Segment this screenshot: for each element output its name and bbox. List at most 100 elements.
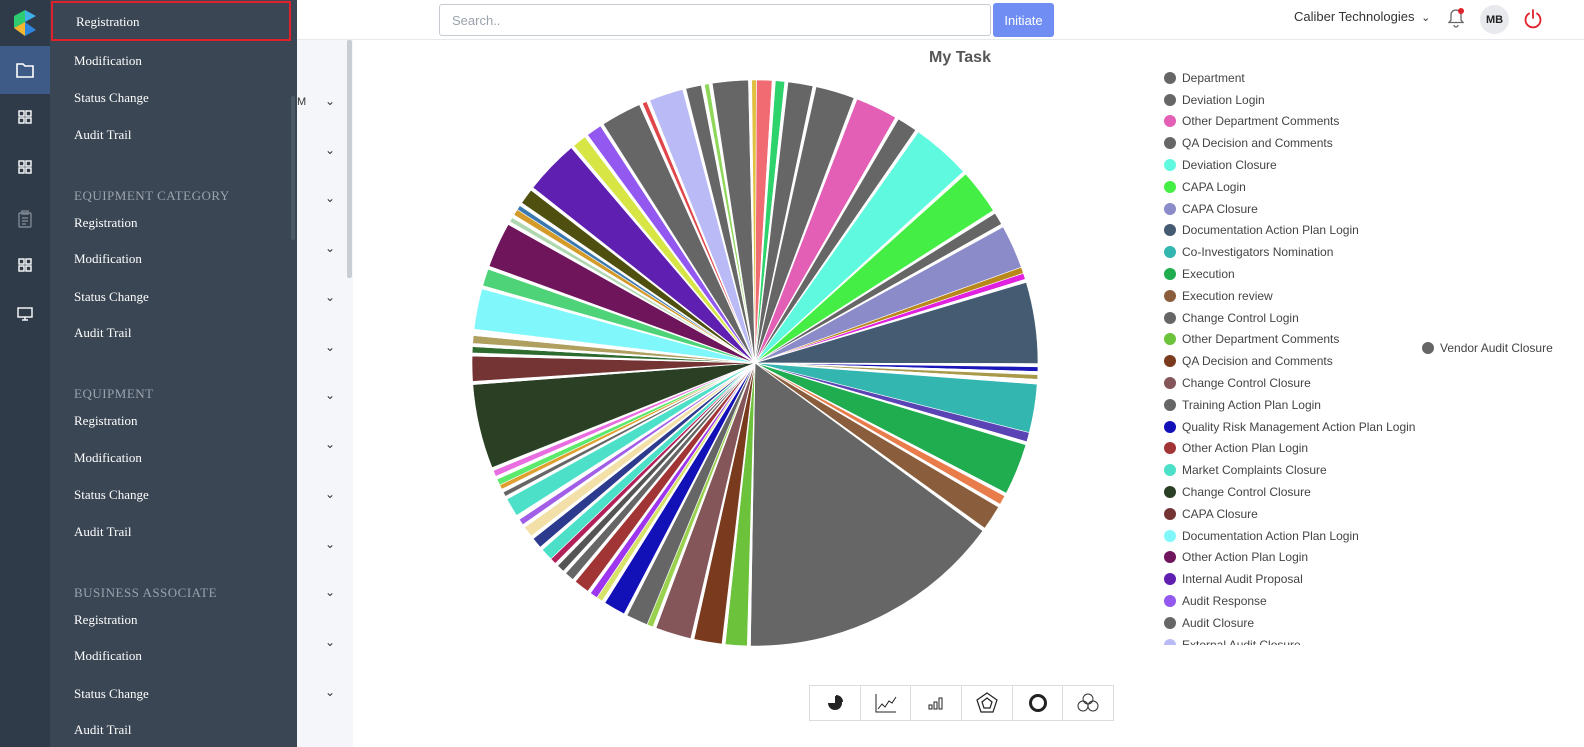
initiate-button[interactable]: Initiate <box>993 3 1054 37</box>
bar-chart-button[interactable] <box>911 686 963 720</box>
menu-item-registration[interactable]: Registration <box>74 215 138 231</box>
legend-item[interactable]: Change Control Closure <box>1164 372 1426 394</box>
legend-swatch <box>1164 573 1176 586</box>
chevron-down-icon[interactable]: ⌄ <box>325 290 335 304</box>
legend-item[interactable]: Deviation Closure <box>1164 154 1426 176</box>
menu-item-modification[interactable]: Modification <box>74 53 142 69</box>
chevron-down-icon[interactable]: ⌄ <box>325 635 335 649</box>
menu-item-modification[interactable]: Modification <box>74 251 142 267</box>
menu-item-audit-trail[interactable]: Audit Trail <box>74 524 131 540</box>
legend-item[interactable]: CAPA Closure <box>1164 198 1426 220</box>
legend-item[interactable]: Department <box>1164 67 1426 89</box>
clipboard-nav-button[interactable] <box>0 195 50 243</box>
folder-nav-button[interactable] <box>0 46 50 94</box>
menu-item-status-change[interactable]: Status Change <box>74 686 149 702</box>
menu-item-audit-trail[interactable]: Audit Trail <box>74 325 131 341</box>
chevron-down-icon[interactable]: ⌄ <box>325 241 335 255</box>
menu-item-registration[interactable]: Registration <box>74 612 138 628</box>
legend-swatch <box>1164 71 1176 84</box>
legend-item[interactable]: Internal Audit Proposal <box>1164 568 1426 590</box>
legend-swatch <box>1164 202 1176 215</box>
grid-icon <box>18 110 32 124</box>
legend-swatch <box>1164 268 1176 281</box>
chevron-down-icon[interactable]: ⌄ <box>325 585 335 599</box>
pie-chart-button[interactable] <box>810 686 861 720</box>
menu-item-status-change[interactable]: Status Change <box>74 90 149 106</box>
legend-item[interactable]: Documentation Action Plan Login <box>1164 525 1426 547</box>
legend-item[interactable]: Market Complaints Closure <box>1164 459 1426 481</box>
legend-swatch <box>1164 137 1176 150</box>
legend-item[interactable]: Change Control Closure <box>1164 481 1426 503</box>
modules-nav-button[interactable] <box>0 93 50 141</box>
chevron-down-icon[interactable]: ⌄ <box>325 437 335 451</box>
legend-item[interactable]: CAPA Login <box>1164 176 1426 198</box>
app-logo-icon[interactable] <box>14 10 36 36</box>
panel-scrollbar[interactable] <box>291 96 295 240</box>
chevron-down-icon[interactable]: ⌄ <box>325 143 335 157</box>
legend-item[interactable]: Execution <box>1164 263 1426 285</box>
legend-label: Audit Closure <box>1182 615 1255 630</box>
dashboard-nav-button[interactable] <box>0 143 50 191</box>
avatar[interactable]: MB <box>1480 5 1509 34</box>
legend-label: Internal Audit Proposal <box>1182 572 1303 587</box>
company-name: Caliber Technologies <box>1294 9 1415 24</box>
grid-icon <box>18 258 32 272</box>
chevron-down-icon[interactable]: ⌄ <box>325 191 335 205</box>
search-input[interactable] <box>439 4 991 36</box>
chevron-down-icon[interactable]: ⌄ <box>325 487 335 501</box>
legend-item[interactable]: Other Department Comments <box>1164 329 1426 351</box>
legend-label: Other Action Plan Login <box>1182 550 1309 565</box>
legend-item[interactable]: External Audit Closure <box>1164 634 1426 645</box>
list-scrollbar[interactable] <box>347 40 352 278</box>
chevron-down-icon[interactable]: ⌄ <box>325 388 335 402</box>
legend-swatch <box>1164 551 1176 564</box>
company-selector[interactable]: Caliber Technologies ⌄ <box>1294 9 1430 24</box>
menu-item-audit-trail[interactable]: Audit Trail <box>74 722 131 738</box>
legend-label: Vendor Audit Closure <box>1440 341 1553 355</box>
legend-item[interactable]: Co-Investigators Nomination <box>1164 241 1426 263</box>
legend-swatch <box>1164 464 1176 477</box>
legend-item[interactable]: Other Department Comments <box>1164 111 1426 133</box>
menu-item-status-change[interactable]: Status Change <box>74 289 149 305</box>
legend-label: CAPA Closure <box>1182 506 1258 521</box>
legend-item[interactable]: Training Action Plan Login <box>1164 394 1426 416</box>
power-icon[interactable] <box>1523 9 1543 29</box>
menu-item-modification[interactable]: Modification <box>74 648 142 664</box>
line-chart-button[interactable] <box>861 686 912 720</box>
section-title-equipment-category: EQUIPMENT CATEGORY <box>74 188 230 203</box>
bell-icon[interactable] <box>1447 8 1465 28</box>
legend-item[interactable]: Deviation Login <box>1164 89 1426 111</box>
legend-item[interactable]: Execution review <box>1164 285 1426 307</box>
legend-label: CAPA Login <box>1182 179 1246 194</box>
monitor-nav-button[interactable] <box>0 290 50 338</box>
legend-label: Audit Response <box>1182 594 1267 609</box>
reports-nav-button[interactable] <box>0 241 50 289</box>
doughnut-button[interactable] <box>1013 686 1064 720</box>
chevron-down-icon[interactable]: ⌄ <box>325 685 335 699</box>
menu-item-modification[interactable]: Modification <box>74 450 142 466</box>
legend-item[interactable]: Other Action Plan Login <box>1164 547 1426 569</box>
legend-item[interactable]: Documentation Action Plan Login <box>1164 220 1426 242</box>
menu-item-audit-trail[interactable]: Audit Trail <box>74 127 131 143</box>
legend-item[interactable]: Other Action Plan Login <box>1164 438 1426 460</box>
legend-label: QA Decision and Comments <box>1182 136 1333 151</box>
monitor-icon <box>17 307 33 321</box>
legend-item[interactable]: CAPA Closure <box>1164 503 1426 525</box>
menu-item-registration[interactable]: Registration <box>76 14 140 30</box>
legend-item[interactable]: Audit Response <box>1164 590 1426 612</box>
legend-item[interactable]: QA Decision and Comments <box>1164 132 1426 154</box>
legend-item[interactable]: Quality Risk Management Action Plan Logi… <box>1164 416 1426 438</box>
chevron-down-icon[interactable]: ⌄ <box>325 94 335 108</box>
menu-item-registration[interactable]: Registration <box>74 413 138 429</box>
legend-item[interactable]: QA Decision and Comments <box>1164 350 1426 372</box>
legend-swatch <box>1164 115 1176 128</box>
chevron-down-icon[interactable]: ⌄ <box>325 340 335 354</box>
polar-area-button[interactable] <box>962 686 1013 720</box>
chevron-down-icon[interactable]: ⌄ <box>325 537 335 551</box>
menu-item-status-change[interactable]: Status Change <box>74 487 149 503</box>
radar-button[interactable] <box>1063 686 1113 720</box>
clipboard-icon <box>18 210 32 228</box>
legend-item[interactable]: Audit Closure <box>1164 612 1426 634</box>
legend-item[interactable]: Change Control Login <box>1164 307 1426 329</box>
legend-item[interactable]: Vendor Audit Closure <box>1422 341 1553 355</box>
